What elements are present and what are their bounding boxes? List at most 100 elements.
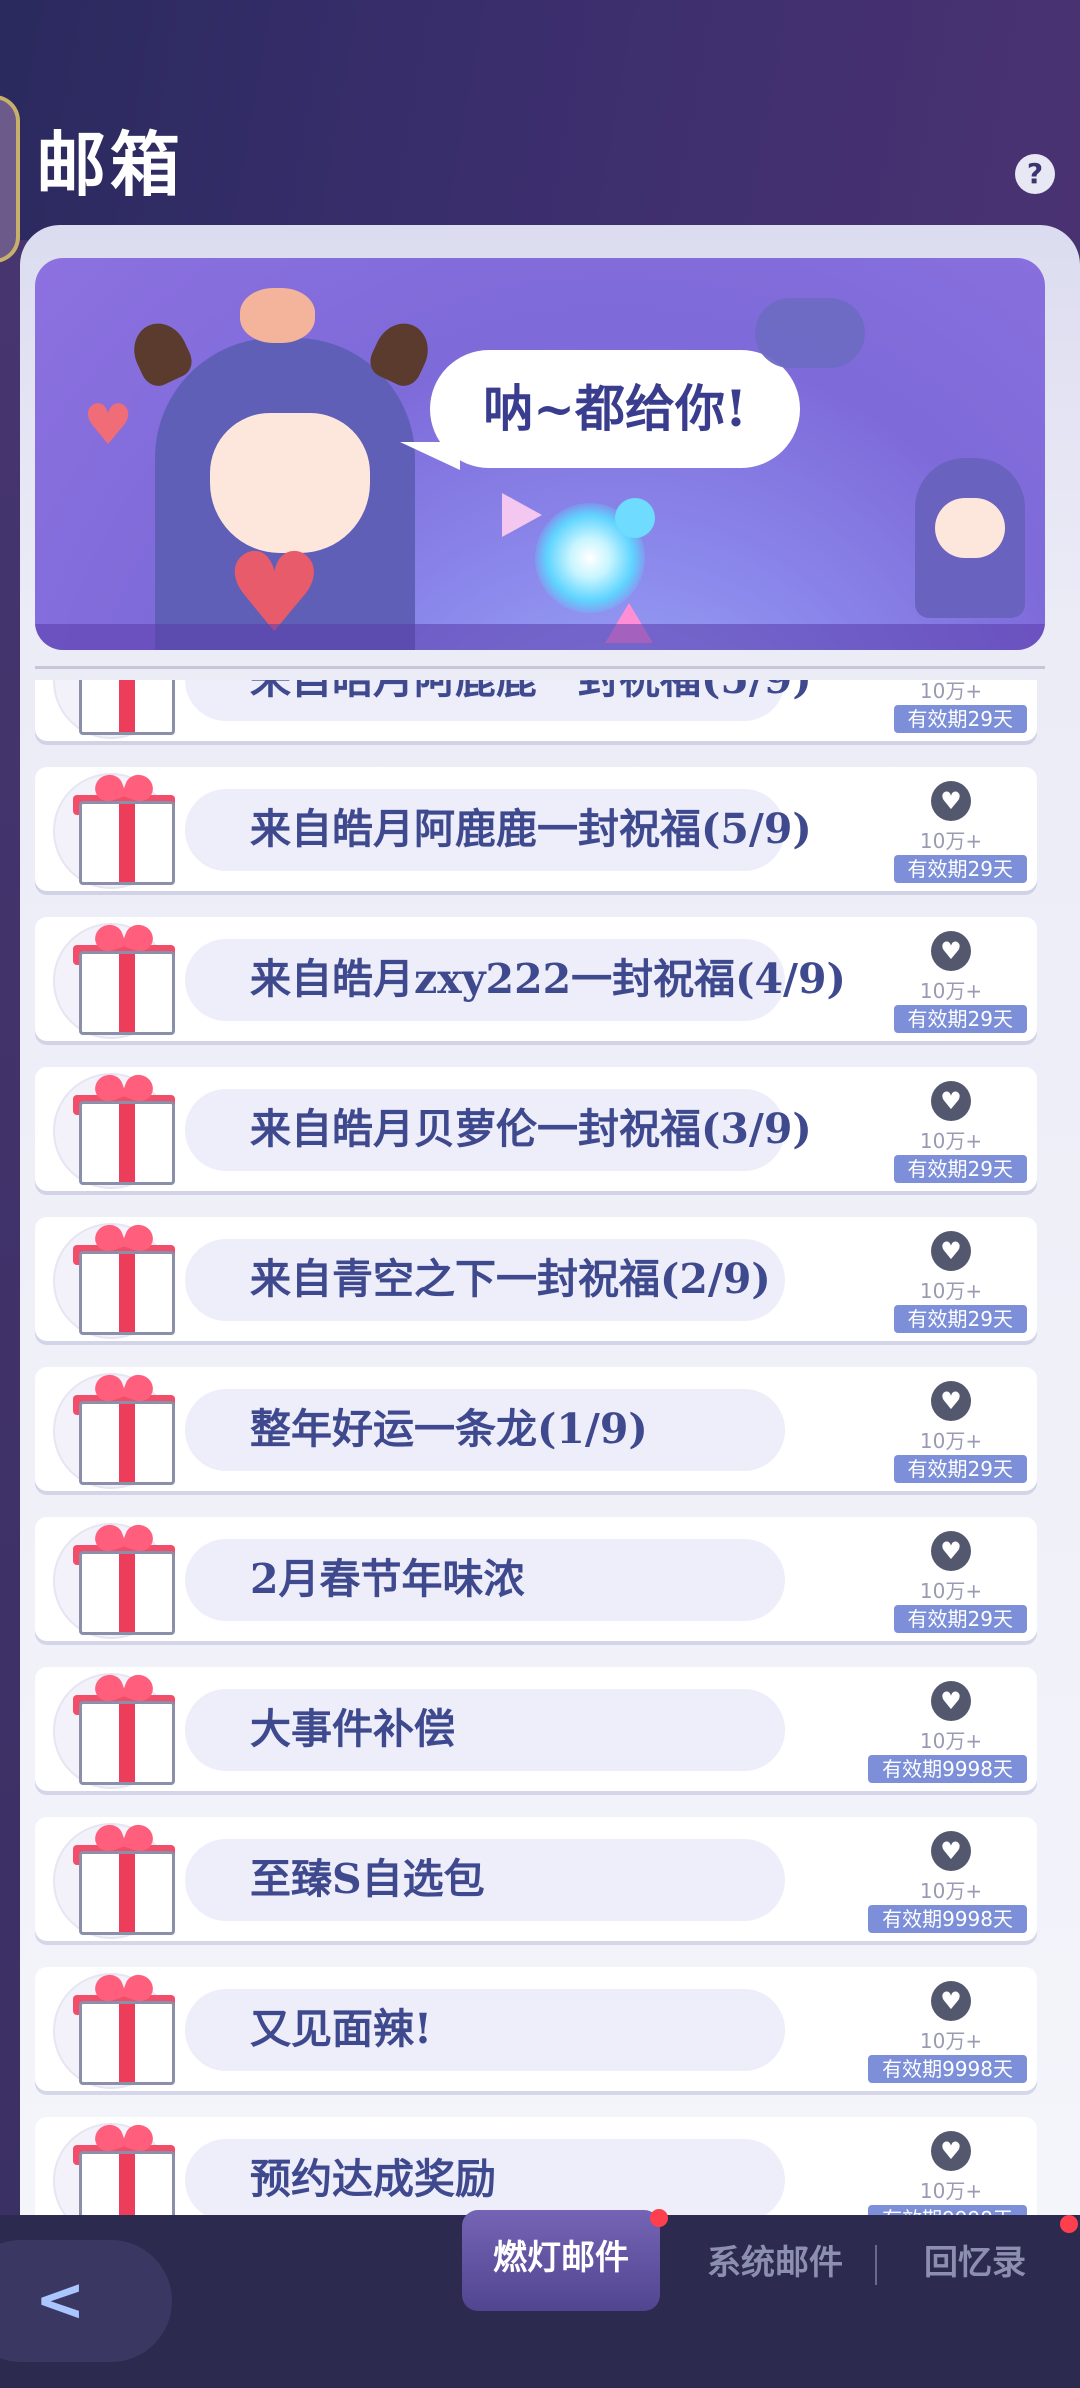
mail-title: 来自青空之下一封祝福(2/9) (250, 1255, 771, 1303)
heart-icon: ♥ (940, 1537, 962, 1565)
like-button[interactable]: ♥ (931, 2131, 971, 2171)
back-button[interactable]: < (0, 2240, 172, 2362)
like-count: 10万+ (919, 680, 983, 703)
held-heart-icon: ♥ (225, 529, 324, 650)
gift-icon (79, 1851, 175, 1935)
gift-bow (95, 1973, 153, 2003)
tab-lamp-mail[interactable]: 燃灯邮件 (462, 2210, 660, 2311)
tab-separator (875, 2245, 877, 2285)
heart-icon: ♥ (940, 1237, 962, 1265)
triangle-decoration (502, 493, 542, 537)
triangle-decoration-pink (605, 603, 653, 643)
like-count: 10万+ (919, 1429, 983, 1453)
heart-icon: ♥ (940, 1837, 962, 1865)
mail-title: 又见面辣! (250, 2005, 432, 2053)
like-button[interactable]: ♥ (931, 781, 971, 821)
heart-icon: ♥ (940, 1987, 962, 2015)
mail-item[interactable]: 来自皓月阿鹿鹿一封祝福(5/9) ♥ 10万+有效期29天 (35, 767, 1037, 891)
heart-icon: ♥ (940, 2137, 962, 2165)
notification-dot (1060, 2215, 1078, 2233)
heart-icon: ♥ (940, 937, 962, 965)
like-count: 10万+ (919, 829, 983, 853)
chibi-character-illustration (915, 458, 1025, 618)
like-count: 10万+ (919, 1879, 983, 1903)
tab-memories[interactable]: 回忆录 (905, 2215, 1045, 2311)
mail-title: 来自皓月贝萝伦一封祝福(3/9) (250, 1105, 812, 1153)
bottom-bar: < 燃灯邮件 系统邮件 回忆录 (0, 2209, 1080, 2388)
heart-icon: ♥ (940, 1087, 962, 1115)
like-button[interactable]: ♥ (931, 1081, 971, 1121)
mail-item[interactable]: 来自皓月zxy222一封祝福(4/9) ♥ 10万+ 有效期29天 (35, 917, 1037, 1041)
mail-title: 来自皓月zxy222一封祝福(4/9) (250, 955, 846, 1003)
chibi-face (935, 498, 1005, 558)
gift-bow (95, 773, 153, 803)
mail-item[interactable]: 2月春节年味浓 ♥ 10万+ 有效期29天 (35, 1517, 1037, 1641)
like-count: 10万+ (919, 1579, 983, 1603)
speech-bubble: 呐~都给你! (400, 350, 800, 470)
validity-badge: 有效期29天 (893, 1005, 1027, 1033)
mail-item[interactable]: 来自青空之下一封祝福(2/9) ♥ 10万+ 有效期29天 (35, 1217, 1037, 1341)
like-count: 10万+ (919, 1729, 983, 1753)
heart-icon: ♥ (940, 787, 962, 815)
small-orb-icon (615, 498, 655, 538)
gift-bow (95, 1373, 153, 1403)
like-button[interactable]: ♥ (931, 1381, 971, 1421)
pig-icon (240, 288, 315, 343)
mail-title: 来自皓月阿鹿鹿一封祝福(5/9) (250, 680, 812, 741)
flying-chibi-illustration (755, 298, 865, 368)
validity-badge: 有效期9998天 (868, 1755, 1027, 1783)
gift-icon (79, 1401, 175, 1485)
mail-item[interactable]: 大事件补偿 ♥ 10万+ 有效期9998天 (35, 1667, 1037, 1791)
heart-icon: ♥ (940, 1687, 962, 1715)
like-button[interactable]: ♥ (931, 1531, 971, 1571)
gift-icon (79, 1251, 175, 1335)
mail-title: 大事件补偿 (250, 1705, 455, 1753)
gift-bow (95, 1073, 153, 1103)
mail-item[interactable]: 预约达成奖励 ♥ 10万+ 有效期9998天 (35, 2117, 1037, 2215)
gift-bow (95, 923, 153, 953)
character-illustration: ♥ (124, 288, 438, 650)
mail-item[interactable]: 来自皓月贝萝伦一封祝福(3/9) ♥ 10万+ 有效期29天 (35, 1067, 1037, 1191)
divider (35, 666, 1045, 669)
question-icon: ? (1026, 157, 1044, 190)
gift-icon (79, 951, 175, 1035)
gift-icon (79, 1101, 175, 1185)
validity-badge: 有效期29天 (893, 855, 1027, 883)
like-button[interactable]: ♥ (931, 931, 971, 971)
validity-badge: 有效期29天 (893, 1455, 1027, 1483)
gift-icon (79, 801, 175, 885)
like-count: 10万+ (919, 979, 983, 1003)
gift-icon (79, 1551, 175, 1635)
like-button[interactable]: ♥ (931, 1981, 971, 2021)
mail-banner: ♥ ♥ 呐~都给你! (35, 258, 1045, 650)
mail-item[interactable]: 至臻S自选包 ♥ 10万+ 有效期9998天 (35, 1817, 1037, 1941)
mail-title: 来自皓月阿鹿鹿一封祝福(5/9) (250, 805, 812, 853)
gift-icon (79, 1701, 175, 1785)
page-title: 邮箱 (36, 123, 184, 206)
help-button[interactable]: ? (1015, 154, 1055, 194)
mail-title: 2月春节年味浓 (250, 1555, 525, 1603)
like-count: 10万+ (919, 2029, 983, 2053)
mail-title: 至臻S自选包 (250, 1855, 485, 1903)
gift-bow (95, 1823, 153, 1853)
mail-item[interactable]: 又见面辣! ♥ 10万+ 有效期9998天 (35, 1967, 1037, 2091)
like-button[interactable]: ♥ (931, 1231, 971, 1271)
heart-icon: ♥ (940, 1387, 962, 1415)
validity-badge: 有效期29天 (893, 705, 1027, 733)
gift-bow (95, 1523, 153, 1553)
back-arrow-icon: < (35, 2265, 86, 2335)
tab-system-mail[interactable]: 系统邮件 (690, 2215, 860, 2311)
mail-item[interactable]: 整年好运一条龙(1/9) ♥ 10万+ 有效期29天 (35, 1367, 1037, 1491)
validity-badge: 有效期9998天 (868, 2205, 1027, 2215)
gift-icon (79, 2001, 175, 2085)
like-count: 10万+ (919, 1279, 983, 1303)
mail-item[interactable]: 来自皓月阿鹿鹿一封祝福(5/9)♥10万+有效期29天 (35, 680, 1037, 741)
validity-badge: 有效期29天 (893, 1305, 1027, 1333)
validity-badge: 有效期9998天 (868, 1905, 1027, 1933)
validity-badge: 有效期29天 (893, 1605, 1027, 1633)
gift-bow (95, 2123, 153, 2153)
mail-list[interactable]: 来自皓月阿鹿鹿一封祝福(5/9)♥10万+有效期29天来自皓月阿鹿鹿一封祝福(5… (0, 680, 1080, 2215)
like-button[interactable]: ♥ (931, 1681, 971, 1721)
validity-badge: 有效期29天 (893, 1155, 1027, 1183)
like-button[interactable]: ♥ (931, 1831, 971, 1871)
